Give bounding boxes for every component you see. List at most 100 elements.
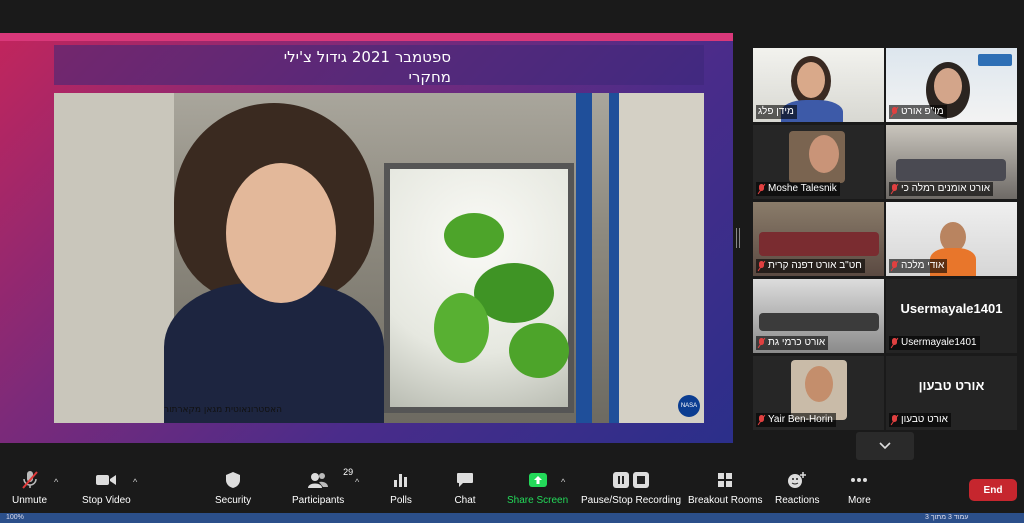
participant-name: אורט אומנים רמלה כי	[901, 183, 990, 194]
nasa-logo: NASA	[678, 395, 700, 417]
muted-mic-icon	[758, 338, 765, 348]
zoom-meeting-window: ספטמבר 2021 גידול צ'ילי מחקרי האסטרונאוט…	[0, 0, 1024, 523]
participant-name: מידן פלג	[758, 106, 794, 117]
participant-name: אורט טבעון	[901, 414, 948, 425]
participant-display-name: Usermayale1401	[900, 301, 1003, 316]
photo-caption: האסטרונאוטית מגאן מקארתור	[164, 405, 282, 415]
shield-icon	[222, 469, 244, 491]
participant-tile[interactable]: Moshe Talesnik	[753, 125, 884, 199]
participant-name: Usermayale1401	[901, 337, 977, 348]
muted-mic-icon	[891, 261, 898, 271]
participant-face	[797, 62, 825, 98]
muted-mic-icon	[758, 415, 765, 425]
participant-name-label: Yair Ben-Horin	[756, 413, 836, 427]
participants-button[interactable]: 29 Participants	[292, 467, 353, 511]
panel-splitter-handle[interactable]	[736, 228, 740, 248]
zoom-level: 100%	[6, 514, 24, 521]
unmute-label: Unmute	[12, 495, 48, 506]
breakout-rooms-icon	[714, 469, 736, 491]
end-meeting-button[interactable]: End	[969, 479, 1017, 501]
participant-tile[interactable]: מידן פלג	[753, 48, 884, 122]
more-button[interactable]: More	[848, 469, 871, 511]
video-options-caret[interactable]: ^	[133, 477, 137, 487]
polls-button[interactable]: Polls	[390, 469, 412, 511]
muted-mic-icon	[891, 338, 898, 348]
participants-label: Participants	[292, 495, 345, 506]
participant-name-label: Usermayale1401	[889, 336, 980, 350]
page-status: עמוד 3 מתוך 3	[925, 514, 969, 521]
participants-options-caret[interactable]: ^	[355, 477, 359, 487]
plant-leaves	[444, 213, 504, 258]
participant-name: חט"ב אורט דפנה קרית	[768, 260, 862, 271]
participant-display-name: אורט טבעון	[918, 378, 985, 393]
chevron-down-icon	[879, 442, 891, 450]
breakout-rooms-label: Breakout Rooms	[688, 495, 763, 506]
classroom-students	[759, 232, 879, 256]
stop-video-label: Stop Video	[82, 495, 131, 506]
equipment-rack-right	[614, 93, 704, 423]
chat-button[interactable]: Chat	[454, 469, 476, 511]
participant-name: אורט כרמי גת	[768, 337, 826, 348]
share-arrow-icon	[527, 469, 549, 491]
participant-name: אודי מלכה	[901, 260, 945, 271]
participants-icon: 29	[307, 467, 353, 491]
breakout-rooms-button[interactable]: Breakout Rooms	[688, 469, 762, 511]
polls-label: Polls	[390, 495, 412, 506]
chat-bubble-icon	[454, 469, 476, 491]
participant-name-label: Moshe Talesnik	[756, 182, 840, 196]
share-screen-button[interactable]: Share Screen	[507, 469, 568, 511]
participant-tile[interactable]: Yair Ben-Horin	[753, 356, 884, 430]
participant-name: Yair Ben-Horin	[768, 414, 833, 425]
stop-video-button[interactable]: Stop Video	[82, 469, 131, 511]
smiley-plus-icon	[786, 469, 808, 491]
blue-beam-2	[609, 93, 619, 423]
slide-title-line2: מחקרי	[408, 68, 451, 86]
astronaut-body	[164, 283, 384, 423]
blue-beam	[576, 93, 592, 423]
equipment-rack-left	[54, 93, 174, 423]
meeting-toolbar: Unmute ^ Stop Video ^ Security 29 Partic…	[0, 463, 1024, 513]
participant-name-label: אורט כרמי גת	[756, 336, 829, 350]
participant-face	[934, 68, 962, 104]
muted-mic-icon	[758, 184, 765, 194]
pause-stop-recording-button[interactable]: Pause/Stop Recording	[581, 469, 681, 511]
more-label: More	[848, 495, 871, 506]
muted-mic-icon	[891, 184, 898, 194]
reactions-label: Reactions	[775, 495, 820, 506]
ellipsis-icon	[848, 469, 870, 491]
gallery-next-page-button[interactable]	[856, 432, 914, 460]
participant-tile[interactable]: אורט כרמי גת	[753, 279, 884, 353]
shared-screen: ספטמבר 2021 גידול צ'ילי מחקרי האסטרונאוט…	[0, 33, 733, 443]
unmute-button[interactable]: Unmute	[12, 469, 47, 511]
participant-name-label: אודי מלכה	[889, 259, 948, 273]
security-button[interactable]: Security	[215, 469, 251, 511]
slide-title: ספטמבר 2021 גידול צ'ילי מחקרי	[284, 47, 451, 87]
astronaut-face	[226, 163, 336, 303]
participant-name: Moshe Talesnik	[768, 183, 837, 194]
plant-leaves	[509, 323, 569, 378]
participant-tile[interactable]: אורט אומנים רמלה כי	[886, 125, 1017, 199]
participant-name-label: מו"פ אורט	[889, 105, 947, 119]
participant-face	[809, 135, 839, 173]
reactions-button[interactable]: Reactions	[775, 469, 819, 511]
participant-tile[interactable]: חט"ב אורט דפנה קרית	[753, 202, 884, 276]
slide-title-line1: ספטמבר 2021 גידול צ'ילי	[283, 48, 451, 66]
share-screen-label: Share Screen	[507, 495, 569, 506]
participant-tile[interactable]: אודי מלכה	[886, 202, 1017, 276]
classroom-students	[759, 313, 879, 331]
participant-name-label: מידן פלג	[756, 105, 797, 119]
slide-top-band	[0, 33, 733, 41]
audio-options-caret[interactable]: ^	[54, 477, 58, 487]
participant-name-label: אורט אומנים רמלה כי	[889, 182, 993, 196]
participant-tile[interactable]: Usermayale1401 Usermayale1401	[886, 279, 1017, 353]
participant-face	[805, 366, 833, 402]
participant-tile[interactable]: אורט טבעון אורט טבעון	[886, 356, 1017, 430]
plant-leaves	[434, 293, 489, 363]
muted-mic-icon	[891, 415, 898, 425]
share-options-caret[interactable]: ^	[561, 477, 565, 487]
record-label: Pause/Stop Recording	[581, 495, 682, 506]
participant-tile[interactable]: מו"פ אורט	[886, 48, 1017, 122]
participant-name: מו"פ אורט	[901, 106, 944, 117]
slide-photo: האסטרונאוטית מגאן מקארתור NASA	[54, 93, 704, 423]
classroom-students	[896, 159, 1006, 181]
